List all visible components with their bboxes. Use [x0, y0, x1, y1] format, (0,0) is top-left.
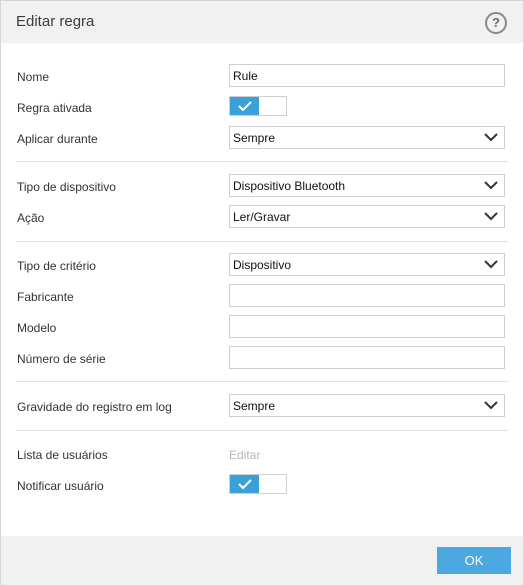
toggle-on-segment — [230, 475, 259, 493]
edit-rule-dialog: Editar regra ? Nome Rule Regra ativada A… — [0, 0, 524, 586]
manufacturer-label: Fabricante — [17, 290, 74, 304]
criteria-type-label: Tipo de critério — [17, 259, 96, 273]
name-label: Nome — [17, 70, 50, 84]
chevron-down-icon — [484, 181, 498, 190]
section-divider — [16, 241, 508, 242]
section-divider — [16, 161, 508, 162]
chevron-down-icon — [484, 133, 498, 142]
edit-user-list-link[interactable]: Editar — [229, 448, 260, 462]
notify-user-toggle[interactable] — [229, 474, 287, 494]
section-divider — [16, 430, 508, 431]
log-severity-label: Gravidade do registro em log — [17, 400, 172, 414]
name-input[interactable]: Rule — [229, 64, 505, 87]
rule-enabled-toggle[interactable] — [229, 96, 287, 116]
serial-number-label: Número de série — [17, 352, 106, 366]
rule-enabled-label: Regra ativada — [17, 101, 92, 115]
ok-button[interactable]: OK — [437, 547, 511, 574]
action-select[interactable]: Ler/Gravar — [229, 205, 505, 228]
toggle-on-segment — [230, 97, 259, 115]
criteria-type-select[interactable]: Dispositivo — [229, 253, 505, 276]
section-divider — [16, 381, 508, 382]
action-value: Ler/Gravar — [233, 210, 291, 224]
model-label: Modelo — [17, 321, 57, 335]
dialog-header: Editar regra ? — [1, 1, 523, 43]
check-icon — [238, 101, 252, 111]
chevron-down-icon — [484, 260, 498, 269]
chevron-down-icon — [484, 212, 498, 221]
user-list-label: Lista de usuários — [17, 448, 108, 462]
name-input-value: Rule — [233, 69, 258, 83]
action-label: Ação — [17, 211, 45, 225]
dialog-title: Editar regra — [16, 13, 95, 30]
apply-during-label: Aplicar durante — [17, 132, 98, 146]
device-type-value: Dispositivo Bluetooth — [233, 179, 346, 193]
manufacturer-input[interactable] — [229, 284, 505, 307]
check-icon — [238, 479, 252, 489]
apply-during-select[interactable]: Sempre — [229, 126, 505, 149]
apply-during-value: Sempre — [233, 131, 276, 145]
criteria-type-value: Dispositivo — [233, 258, 292, 272]
chevron-down-icon — [484, 401, 498, 410]
help-icon[interactable]: ? — [485, 12, 507, 34]
notify-user-label: Notificar usuário — [17, 479, 104, 493]
device-type-label: Tipo de dispositivo — [17, 180, 116, 194]
serial-number-input[interactable] — [229, 346, 505, 369]
log-severity-select[interactable]: Sempre — [229, 394, 505, 417]
device-type-select[interactable]: Dispositivo Bluetooth — [229, 174, 505, 197]
model-input[interactable] — [229, 315, 505, 338]
log-severity-value: Sempre — [233, 399, 276, 413]
